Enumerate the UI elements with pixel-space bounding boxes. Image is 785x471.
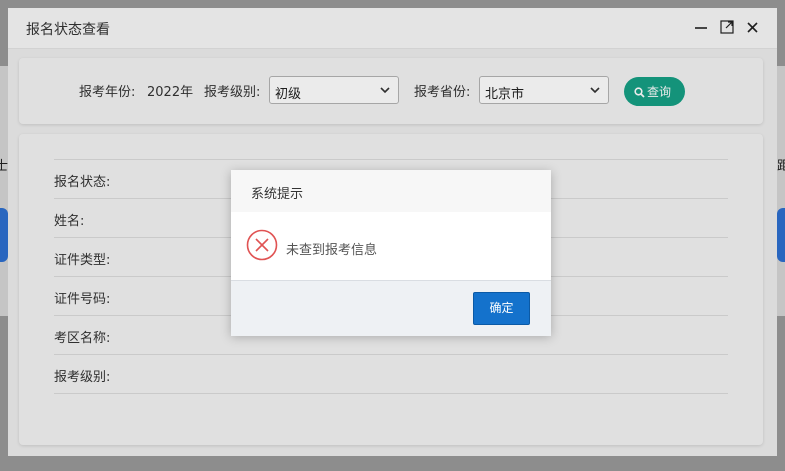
- dialog-footer: 确定: [231, 280, 551, 336]
- dialog-title: 系统提示: [251, 187, 304, 202]
- dialog-header: 系统提示: [231, 170, 551, 212]
- confirm-button[interactable]: 确定: [473, 292, 530, 325]
- error-circle-icon: [246, 229, 278, 265]
- system-alert-dialog: 系统提示 未查到报考信息 确定: [231, 170, 551, 336]
- dialog-message: 未查到报考信息: [286, 243, 378, 258]
